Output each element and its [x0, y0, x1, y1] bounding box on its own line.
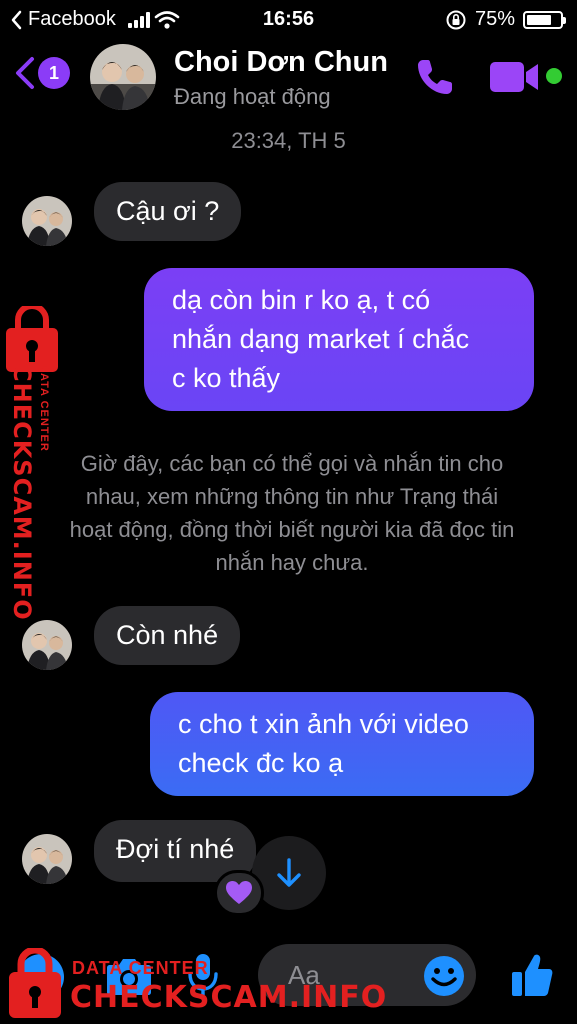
phone-icon[interactable] — [414, 56, 456, 98]
back-chevron-icon[interactable] — [14, 56, 36, 90]
contact-name[interactable]: Choi Dơn Chun — [174, 46, 388, 79]
message-text: Đợi tí nhé — [116, 834, 235, 864]
online-indicator — [546, 68, 562, 84]
status-bar: Facebook 16:56 75% — [0, 0, 577, 38]
like-thumb-icon[interactable] — [510, 952, 554, 998]
incoming-message-bubble[interactable]: Cậu ơi ? — [94, 182, 242, 241]
outgoing-message-bubble[interactable]: dạ còn bin r ko ạ, t có nhắn dạng market… — [144, 268, 534, 411]
battery-percent: 75% — [474, 8, 515, 30]
sender-avatar[interactable] — [22, 620, 72, 670]
sender-avatar[interactable] — [22, 834, 72, 884]
conversation-timestamp: 23:34, TH 5 — [231, 128, 346, 153]
emoji-icon[interactable] — [422, 954, 466, 998]
incoming-message-bubble[interactable]: Còn nhé — [94, 606, 241, 665]
battery-fill — [527, 14, 551, 25]
video-camera-icon[interactable] — [490, 60, 540, 94]
contact-active-status: Đang hoạt động — [174, 84, 331, 109]
unread-badge[interactable]: 1 — [38, 57, 70, 89]
system-note-line: nhắn hay chưa. — [215, 550, 369, 575]
padlock-icon — [9, 948, 61, 1018]
system-note-line: hoạt động, đồng thời biết người kia đã đ… — [69, 517, 515, 542]
message-text: Cậu ơi ? — [116, 196, 220, 226]
message-reaction[interactable] — [214, 870, 264, 916]
conversation-header: 1 Choi Dơn Chun Đang hoạt động — [0, 38, 577, 118]
message-line: check đc ko ạ — [178, 748, 344, 778]
watermark-brand: CHECKSCAM.INFO — [70, 980, 388, 1015]
watermark-tagline-vertical: DATA CENTER — [38, 364, 50, 452]
orientation-lock-icon — [446, 10, 466, 29]
battery-icon — [523, 10, 566, 29]
watermark-brand-vertical: CHECKSCAM.INFO — [8, 364, 36, 621]
system-note-line: nhau, xem những thông tin như Trạng thái — [85, 484, 499, 509]
arrow-down-icon — [277, 858, 301, 887]
sender-avatar[interactable] — [22, 196, 72, 246]
status-right: 75% — [445, 8, 566, 31]
message-line: c cho t xin ảnh với video — [178, 709, 469, 739]
back-button[interactable]: 1 — [14, 56, 70, 90]
messenger-system-note: Giờ đây, các bạn có thể gọi và nhắn tin … — [34, 447, 550, 579]
purple-heart-icon — [226, 881, 252, 904]
watermark-tagline: DATA CENTER — [72, 958, 209, 978]
contact-avatar[interactable] — [90, 44, 156, 110]
message-line: dạ còn bin r ko ạ, t có — [172, 285, 431, 315]
message-line: nhắn dạng market í chắc — [172, 324, 470, 354]
system-note-line: Giờ đây, các bạn có thể gọi và nhắn tin … — [80, 451, 504, 476]
message-line: c ko thấy — [172, 363, 281, 393]
message-text: Còn nhé — [116, 620, 219, 650]
outgoing-message-bubble[interactable]: c cho t xin ảnh với video check đc ko ạ — [150, 692, 534, 796]
